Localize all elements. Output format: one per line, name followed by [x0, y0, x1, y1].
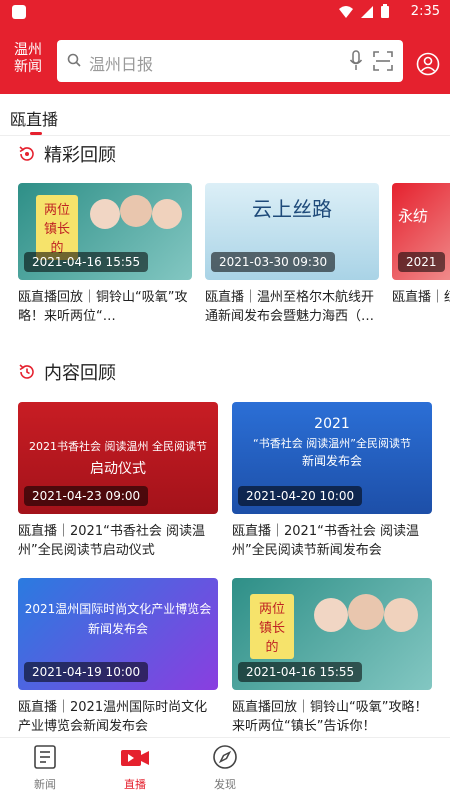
logo-line1: 温州 — [14, 42, 42, 58]
status-time: 2:35 — [410, 4, 440, 19]
nav-news-label: 新闻 — [34, 778, 56, 791]
status-bar: 2:35 — [0, 0, 450, 24]
highlight-card[interactable]: 两位 镇长 的 2021-04-16 15:55 瓯直播回放｜铜铃山“吸氧”攻略… — [18, 183, 192, 326]
app-header: 温州 新闻 温州日报 — [0, 24, 450, 94]
news-icon — [34, 745, 56, 769]
thumbnail-line2: 启动仪式 — [90, 461, 146, 477]
host-face — [348, 594, 384, 630]
host-face — [384, 598, 418, 632]
section-highlights-header: 精彩回顾 — [18, 142, 116, 166]
content-card[interactable]: 2021温州国际时尚文化产业博览会 新闻发布会 2021-04-19 10:00… — [18, 578, 218, 736]
nav-news[interactable]: 新闻 — [15, 744, 75, 792]
thumbnail-title: 两位 镇长 的 — [250, 594, 294, 659]
nav-discover[interactable]: 发现 — [195, 744, 255, 792]
search-input[interactable]: 温州日报 — [57, 40, 403, 82]
video-thumbnail: 2021 “书香社会 阅读温州”全民阅读节 新闻发布会 2021-04-20 1… — [232, 402, 432, 514]
video-thumbnail: 两位 镇长 的 2021-04-16 15:55 — [232, 578, 432, 690]
thumbnail-title: 云上丝路 — [252, 197, 332, 221]
nav-live[interactable]: 直播 — [105, 744, 165, 792]
microphone-icon[interactable] — [349, 50, 363, 72]
video-time-badge: 2021-04-19 10:00 — [24, 662, 149, 682]
video-time-badge: 2021-04-16 15:55 — [238, 662, 363, 682]
nav-discover-label: 发现 — [214, 778, 236, 791]
search-icon — [67, 53, 81, 67]
video-caption: 瓯直播｜2021“书香社会 阅读温州”全民阅读节启动仪式 — [18, 524, 205, 558]
thumbnail-line2: 新闻发布会 — [87, 622, 148, 636]
scan-icon[interactable] — [373, 51, 393, 71]
signal-icon — [361, 5, 373, 18]
status-icons — [338, 4, 390, 19]
thumbnail-line1: 2021温州国际时尚文化产业博览会 — [24, 602, 212, 616]
video-time-badge: 2021-04-23 09:00 — [24, 486, 149, 506]
content-card[interactable]: 两位 镇长 的 2021-04-16 15:55 瓯直播回放｜铜铃山“吸氧”攻略… — [232, 578, 432, 736]
video-camera-icon — [121, 750, 149, 766]
video-caption: 瓯直播｜温州至格尔木航线开通新闻发布会暨魅力海西（… — [205, 290, 375, 324]
tab-ouzhibo[interactable]: 瓯直播 — [10, 106, 58, 130]
video-thumbnail: 两位 镇长 的 2021-04-16 15:55 — [18, 183, 192, 280]
thumbnail-line2: “书香社会 阅读温州”全民阅读节 — [253, 437, 411, 450]
highlight-card[interactable]: 云上丝路 2021-03-30 09:30 瓯直播｜温州至格尔木航线开通新闻发布… — [205, 183, 379, 326]
section-highlights-title: 精彩回顾 — [44, 145, 116, 166]
content-card[interactable]: 2021书香社会 阅读温州 全民阅读节 启动仪式 2021-04-23 09:0… — [18, 402, 218, 560]
app-logo[interactable]: 温州 新闻 — [8, 42, 48, 82]
video-thumbnail: 云上丝路 2021-03-30 09:30 — [205, 183, 379, 280]
video-caption: 瓯直播｜红蝴蝶… — [392, 290, 450, 305]
video-thumbnail: 2021书香社会 阅读温州 全民阅读节 启动仪式 2021-04-23 09:0… — [18, 402, 218, 514]
video-thumbnail: 永纺 2021 — [392, 183, 450, 280]
thumbnail-title: 两位 镇长 的 — [36, 195, 78, 260]
wifi-icon — [339, 5, 353, 18]
video-time-badge: 2021-04-16 15:55 — [24, 252, 149, 272]
video-caption: 瓯直播｜2021“书香社会 阅读温州”全民阅读节新闻发布会 — [232, 524, 419, 558]
video-caption: 瓯直播｜2021温州国际时尚文化产业博览会新闻发布会 — [18, 700, 208, 734]
notification-icon — [12, 5, 26, 19]
thumbnail-title: 永纺 — [398, 207, 429, 225]
video-caption: 瓯直播回放｜铜铃山“吸氧”攻略！来听两位“镇长”告诉你！ — [232, 700, 428, 734]
host-face — [314, 598, 348, 632]
compass-icon — [213, 745, 237, 769]
host-face — [120, 195, 152, 227]
thumbnail-line1: 2021书香社会 阅读温州 全民阅读节 — [29, 440, 207, 453]
highlight-card[interactable]: 永纺 2021 瓯直播｜红蝴蝶… — [392, 183, 450, 307]
replay-icon — [19, 146, 34, 161]
video-caption: 瓯直播回放｜铜铃山“吸氧”攻略！来听两位“… — [18, 290, 188, 324]
tab-indicator — [30, 132, 42, 135]
thumbnail-line3: 新闻发布会 — [301, 454, 362, 468]
section-content-title: 内容回顾 — [44, 363, 116, 384]
video-time-badge: 2021-04-20 10:00 — [238, 486, 363, 506]
logo-line2: 新闻 — [14, 59, 42, 75]
search-placeholder: 温州日报 — [89, 55, 154, 74]
nav-live-label: 直播 — [124, 778, 146, 791]
video-time-badge: 2021-03-30 09:30 — [211, 252, 336, 272]
user-profile-icon[interactable] — [416, 52, 440, 76]
tab-bar: 瓯直播 — [0, 94, 450, 136]
video-time-badge: 2021 — [398, 252, 445, 272]
host-face — [152, 199, 182, 229]
host-face — [90, 199, 120, 229]
content-card[interactable]: 2021 “书香社会 阅读温州”全民阅读节 新闻发布会 2021-04-20 1… — [232, 402, 432, 560]
thumbnail-line1: 2021 — [314, 416, 350, 432]
battery-icon — [381, 4, 389, 18]
history-icon — [19, 364, 34, 379]
bottom-nav: 新闻 直播 发现 — [0, 737, 450, 800]
section-content-header: 内容回顾 — [18, 360, 116, 384]
video-thumbnail: 2021温州国际时尚文化产业博览会 新闻发布会 2021-04-19 10:00 — [18, 578, 218, 690]
